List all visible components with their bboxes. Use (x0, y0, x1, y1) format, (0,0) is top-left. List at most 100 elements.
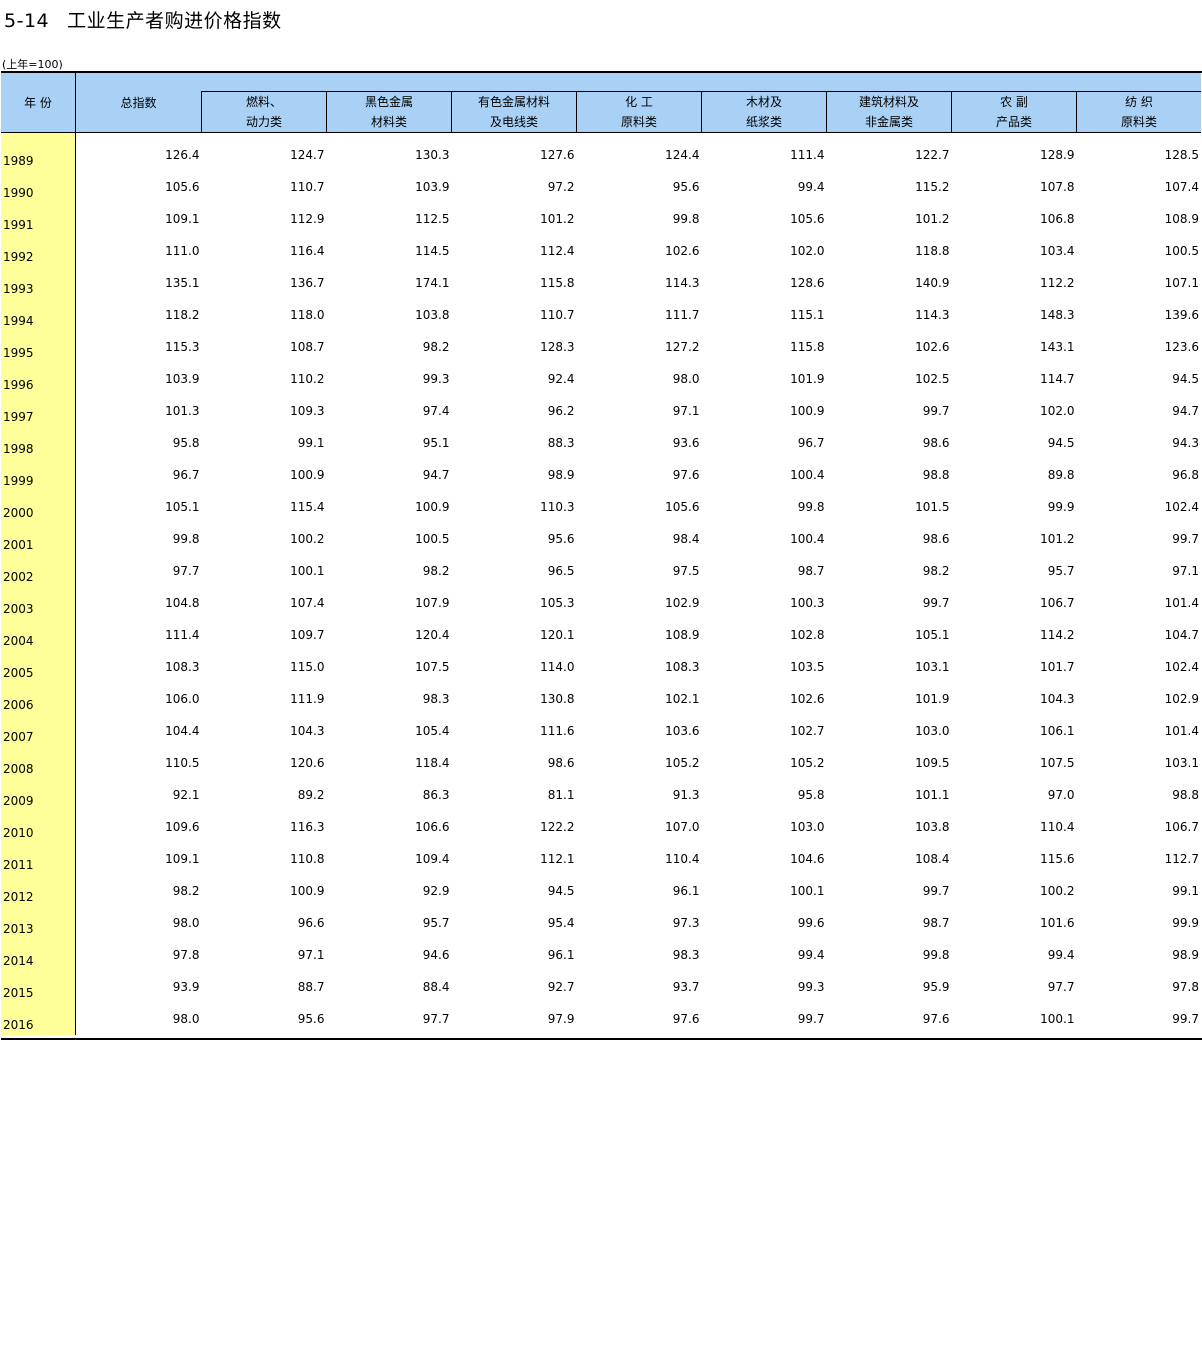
table-title: 工业生产者购进价格指数 (67, 10, 282, 32)
year-cell: 2012 (1, 874, 76, 907)
value-cell: 102.6 (915, 339, 950, 354)
value-cell: 115.2 (915, 179, 950, 194)
value-cell: 111.4 (790, 147, 825, 162)
year-cell: 2002 (1, 554, 76, 587)
value-cell: 108.9 (665, 627, 700, 642)
table-row: 2014 97.8 97.1 94.6 96.1 98.3 99.4 99.8 99.4 98.9 (1, 938, 1201, 971)
year-cell: 2011 (1, 842, 76, 875)
value-cell: 106.7 (1164, 819, 1199, 834)
value-cell: 115.4 (290, 499, 325, 514)
value-cell: 99.7 (1172, 1011, 1199, 1026)
value-cell: 102.8 (790, 627, 825, 642)
value-cell: 94.5 (1172, 371, 1199, 386)
value-cell: 99.7 (922, 883, 950, 898)
value-cell: 128.5 (1164, 147, 1199, 162)
value-cell: 88.7 (297, 979, 325, 994)
value-cell: 95.6 (672, 179, 700, 194)
value-cell: 123.6 (1164, 339, 1199, 354)
value-cell: 114.3 (665, 275, 700, 290)
year-cell: 2006 (1, 682, 76, 715)
table-row: 1991 109.1 112.9 112.5 101.2 99.8 105.6 101.2 10… (1, 202, 1201, 235)
value-cell: 94.5 (547, 883, 575, 898)
value-cell: 111.4 (165, 627, 200, 642)
value-cell: 103.9 (415, 179, 450, 194)
year-cell: 1994 (1, 298, 76, 331)
header-column-line2: 原料类 (620, 115, 657, 129)
value-cell: 103.4 (1040, 243, 1075, 258)
value-cell: 96.2 (547, 403, 575, 418)
value-cell: 120.4 (415, 627, 450, 642)
year-cell: 2007 (1, 714, 76, 747)
value-cell: 110.4 (1040, 819, 1075, 834)
value-cell: 101.1 (915, 787, 950, 802)
table-row: 2010 109.6 116.3 106.6 122.2 107.0 103.0 103.8 1… (1, 810, 1201, 843)
header-column: 木材及 纸浆类 (701, 91, 827, 133)
value-cell: 124.7 (290, 147, 325, 162)
value-cell: 115.8 (540, 275, 575, 290)
table-row: 1992 111.0 116.4 114.5 112.4 102.6 102.0 118.8 1… (1, 234, 1201, 267)
value-cell: 114.3 (915, 307, 950, 322)
value-cell: 101.4 (1164, 595, 1199, 610)
year-cell: 2016 (1, 1002, 76, 1035)
value-cell: 140.9 (915, 275, 950, 290)
value-cell: 101.5 (915, 499, 950, 514)
year-cell: 2013 (1, 906, 76, 939)
value-cell: 114.5 (415, 243, 450, 258)
header-column-line2: 原料类 (1120, 115, 1157, 129)
value-cell: 97.0 (1047, 787, 1075, 802)
value-cell: 109.3 (290, 403, 325, 418)
value-cell: 112.2 (1040, 275, 1075, 290)
year-cell: 2001 (1, 522, 76, 555)
table-row: 2002 97.7 100.1 98.2 96.5 97.5 98.7 98.2 95.7 97.… (1, 554, 1201, 587)
value-cell: 97.7 (422, 1011, 450, 1026)
header-total: 总指数 (75, 73, 202, 133)
year-cell: 1990 (1, 170, 76, 203)
value-cell: 148.3 (1040, 307, 1075, 322)
value-cell: 98.4 (672, 531, 700, 546)
value-cell: 103.1 (1164, 755, 1199, 770)
value-cell: 103.8 (415, 307, 450, 322)
value-cell: 109.4 (415, 851, 450, 866)
unit-note: (上年=100) (2, 58, 63, 71)
value-cell: 97.2 (547, 179, 575, 194)
value-cell: 98.7 (922, 915, 950, 930)
year-cell: 2000 (1, 490, 76, 523)
value-cell: 104.3 (1040, 691, 1075, 706)
table-row: 2004 111.4 109.7 120.4 120.1 108.9 102.8 105.1 1… (1, 618, 1201, 651)
value-cell: 95.7 (422, 915, 450, 930)
value-cell: 108.4 (915, 851, 950, 866)
value-cell: 102.5 (915, 371, 950, 386)
year-cell: 1996 (1, 362, 76, 395)
year-cell: 2015 (1, 970, 76, 1003)
value-cell: 104.6 (790, 851, 825, 866)
value-cell: 128.3 (540, 339, 575, 354)
header-column-line2: 材料类 (370, 115, 407, 129)
value-cell: 91.3 (672, 787, 700, 802)
value-cell: 97.8 (1172, 979, 1199, 994)
table-row: 1994 118.2 118.0 103.8 110.7 111.7 115.1 114.3 1… (1, 298, 1201, 331)
value-cell: 118.2 (165, 307, 200, 322)
value-cell: 98.8 (922, 467, 950, 482)
value-cell: 102.7 (790, 723, 825, 738)
value-cell: 114.0 (540, 659, 575, 674)
value-cell: 112.7 (1164, 851, 1199, 866)
value-cell: 98.2 (922, 563, 950, 578)
value-cell: 102.1 (665, 691, 700, 706)
table-row: 2009 92.1 89.2 86.3 81.1 91.3 95.8 101.1 97.0 98.… (1, 778, 1201, 811)
value-cell: 98.8 (1172, 787, 1199, 802)
value-cell: 99.8 (172, 531, 200, 546)
header-column-line1: 燃料、 (245, 95, 282, 109)
year-cell: 2009 (1, 778, 76, 811)
table-number: 5-14 (4, 10, 50, 32)
year-cell: 2005 (1, 650, 76, 683)
value-cell: 107.8 (1040, 179, 1075, 194)
value-cell: 98.6 (547, 755, 575, 770)
value-cell: 100.1 (1040, 1011, 1075, 1026)
value-cell: 102.4 (1164, 659, 1199, 674)
value-cell: 98.2 (172, 883, 200, 898)
value-cell: 100.4 (790, 467, 825, 482)
value-cell: 99.7 (797, 1011, 825, 1026)
value-cell: 96.1 (672, 883, 700, 898)
value-cell: 100.9 (415, 499, 450, 514)
value-cell: 128.9 (1040, 147, 1075, 162)
